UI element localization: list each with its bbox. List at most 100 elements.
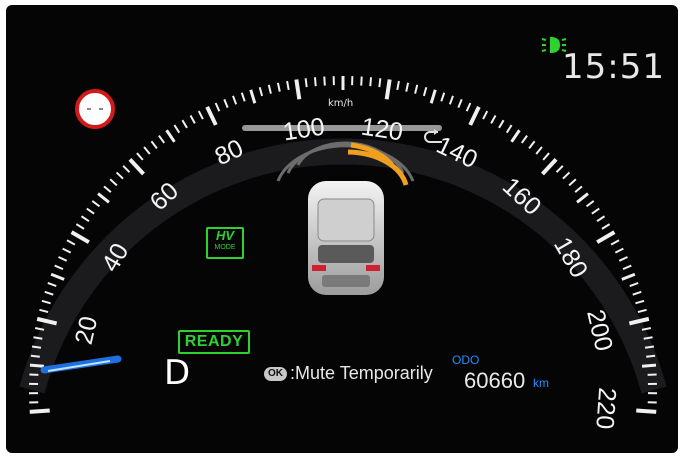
speed-tick: [622, 264, 632, 271]
speed-tick: [181, 119, 188, 129]
speed-tick: [448, 95, 454, 105]
speed-tick: [54, 264, 64, 271]
speed-tick: [80, 215, 90, 223]
speed-tick: [457, 98, 463, 109]
speed-tick: [422, 86, 428, 97]
speed-tick: [632, 290, 642, 296]
speed-tick: [173, 124, 181, 134]
speed-tick: [610, 239, 620, 246]
speed-tick: [405, 82, 410, 92]
speed-tick: [276, 82, 281, 92]
speed-tick: [109, 178, 118, 187]
ok-button-icon: OK: [264, 367, 287, 381]
speed-limit-sign-icon: [75, 89, 115, 129]
speed-tick: [555, 165, 564, 173]
speed-tick: [440, 92, 446, 102]
speed-tick: [465, 102, 472, 112]
speed-tick: [505, 124, 513, 134]
speed-tick: [360, 76, 363, 86]
speed-tick: [576, 192, 589, 204]
speed-tick: [62, 247, 72, 254]
hv-mode-indicator: HV MODE: [206, 227, 244, 259]
speed-tick: [468, 106, 481, 126]
mute-message: OK:Mute Temporarily: [264, 363, 433, 384]
speed-tick: [29, 363, 45, 368]
speed-tick: [30, 354, 40, 358]
speed-tick: [644, 345, 655, 349]
speed-tick: [585, 200, 595, 208]
speed-tick: [646, 354, 656, 358]
speed-tick: [313, 77, 317, 87]
speed-tick: [596, 230, 616, 244]
speed-tick: [384, 79, 392, 100]
speed-tick: [490, 115, 497, 124]
speed-label: 220: [590, 387, 621, 431]
speed-tick: [165, 129, 176, 143]
ready-indicator: READY: [178, 330, 250, 354]
speed-tick: [103, 185, 112, 193]
speed-tick: [304, 78, 308, 88]
speed-tick: [97, 192, 110, 204]
speed-tick: [528, 140, 536, 149]
speed-tick: [44, 290, 54, 296]
speed-tick: [240, 92, 246, 102]
speed-tick: [205, 106, 218, 126]
odometer-value: 60660: [464, 368, 526, 393]
speed-tick: [50, 272, 65, 281]
speed-tick: [143, 146, 151, 155]
speed-tick: [136, 152, 144, 161]
speed-tick: [86, 207, 95, 215]
speed-tick: [66, 239, 76, 246]
instrument-cluster: 20 40 60 80 100 120 140 160 180 200 220 15:51 km/h…: [6, 5, 678, 453]
vehicle-top-view-icon: [308, 181, 384, 295]
speed-tick: [232, 95, 238, 105]
hv-mode-top: HV: [215, 228, 235, 243]
speed-tick: [591, 207, 600, 215]
speed-tick: [150, 140, 158, 149]
speed-tick: [396, 80, 400, 91]
speed-tick: [429, 89, 437, 104]
speed-tick: [378, 78, 382, 88]
mute-text: :Mute Temporarily: [290, 363, 433, 383]
hv-mode-bottom: MODE: [214, 244, 236, 251]
speed-unit-label: km/h: [328, 98, 354, 109]
speed-tick: [128, 157, 145, 176]
speed-tick: [91, 200, 101, 208]
speed-tick: [629, 282, 639, 287]
speed-tick: [323, 76, 326, 86]
speed-tick: [75, 223, 85, 230]
speed-tick: [223, 98, 229, 109]
speed-tick: [621, 272, 636, 281]
odometer-unit: km: [533, 376, 549, 390]
speed-label: 20: [70, 314, 104, 347]
speed-tick: [641, 363, 657, 368]
speed-tick: [562, 171, 571, 180]
speed-tick: [115, 171, 124, 180]
speed-tick: [189, 115, 196, 124]
speed-tick: [535, 146, 543, 155]
speed-tick: [542, 152, 550, 161]
speed-tick: [267, 84, 272, 94]
speed-tick: [70, 230, 90, 244]
gear-indicator: D: [164, 353, 191, 393]
speed-tick: [39, 308, 49, 314]
speed-tick: [541, 157, 558, 176]
speed-tick: [482, 110, 489, 120]
clock: 15:51: [562, 47, 665, 87]
speed-tick: [414, 84, 419, 94]
speed-tick: [214, 102, 221, 112]
speed-tick: [197, 110, 204, 120]
speed-tick: [258, 86, 264, 97]
speed-tick: [520, 135, 528, 144]
speed-tick: [31, 345, 42, 349]
speed-tick: [618, 256, 628, 262]
speed-tick: [158, 135, 166, 144]
speed-tick: [510, 129, 521, 143]
speed-tick: [122, 165, 131, 173]
speed-tick: [58, 256, 68, 262]
speed-tick: [47, 282, 57, 287]
odometer-label: ODO: [452, 353, 480, 367]
speed-tick: [41, 299, 51, 305]
speed-tick: [249, 89, 257, 104]
speed-tick: [601, 223, 611, 230]
